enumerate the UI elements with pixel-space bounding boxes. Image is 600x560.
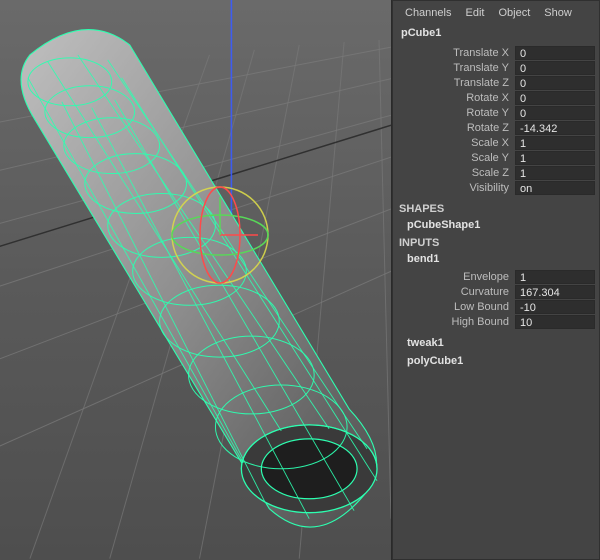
menu-object[interactable]: Object — [498, 7, 530, 19]
field-rotate-z[interactable]: -14.342 — [515, 121, 595, 135]
label-translate-z: Translate Z — [397, 77, 515, 89]
field-visibility[interactable]: on — [515, 181, 595, 195]
field-scale-x[interactable]: 1 — [515, 136, 595, 150]
menu-edit[interactable]: Edit — [465, 7, 484, 19]
label-scale-x: Scale X — [397, 137, 515, 149]
label-scale-z: Scale Z — [397, 167, 515, 179]
label-rotate-y: Rotate Y — [397, 107, 515, 119]
input-bend-name[interactable]: bend1 — [397, 251, 595, 269]
field-low-bound[interactable]: -10 — [515, 300, 595, 314]
shape-node-name[interactable]: pCubeShape1 — [397, 217, 595, 235]
selected-node-name[interactable]: pCube1 — [397, 25, 595, 45]
label-translate-y: Translate Y — [397, 62, 515, 74]
field-curvature[interactable]: 167.304 — [515, 285, 595, 299]
field-high-bound[interactable]: 10 — [515, 315, 595, 329]
label-scale-y: Scale Y — [397, 152, 515, 164]
field-rotate-x[interactable]: 0 — [515, 91, 595, 105]
input-tweak-name[interactable]: tweak1 — [397, 329, 595, 353]
rotate-manipulator[interactable] — [160, 175, 280, 295]
viewport-3d[interactable] — [0, 0, 392, 560]
heading-shapes: SHAPES — [397, 195, 595, 217]
input-polycube-name[interactable]: polyCube1 — [397, 353, 595, 371]
label-rotate-z: Rotate Z — [397, 122, 515, 134]
field-scale-z[interactable]: 1 — [515, 166, 595, 180]
field-translate-z[interactable]: 0 — [515, 76, 595, 90]
field-scale-y[interactable]: 1 — [515, 151, 595, 165]
label-visibility: Visibility — [397, 182, 515, 194]
label-envelope: Envelope — [397, 271, 515, 283]
channel-box-panel: Channels Edit Object Show pCube1 Transla… — [392, 0, 600, 560]
field-rotate-y[interactable]: 0 — [515, 106, 595, 120]
heading-inputs: INPUTS — [397, 235, 595, 251]
channel-box-menubar: Channels Edit Object Show — [397, 5, 595, 25]
field-envelope[interactable]: 1 — [515, 270, 595, 284]
menu-show[interactable]: Show — [544, 7, 572, 19]
label-curvature: Curvature — [397, 286, 515, 298]
label-high-bound: High Bound — [397, 316, 515, 328]
field-translate-x[interactable]: 0 — [515, 46, 595, 60]
label-rotate-x: Rotate X — [397, 92, 515, 104]
menu-channels[interactable]: Channels — [405, 7, 451, 19]
label-low-bound: Low Bound — [397, 301, 515, 313]
label-translate-x: Translate X — [397, 47, 515, 59]
field-translate-y[interactable]: 0 — [515, 61, 595, 75]
